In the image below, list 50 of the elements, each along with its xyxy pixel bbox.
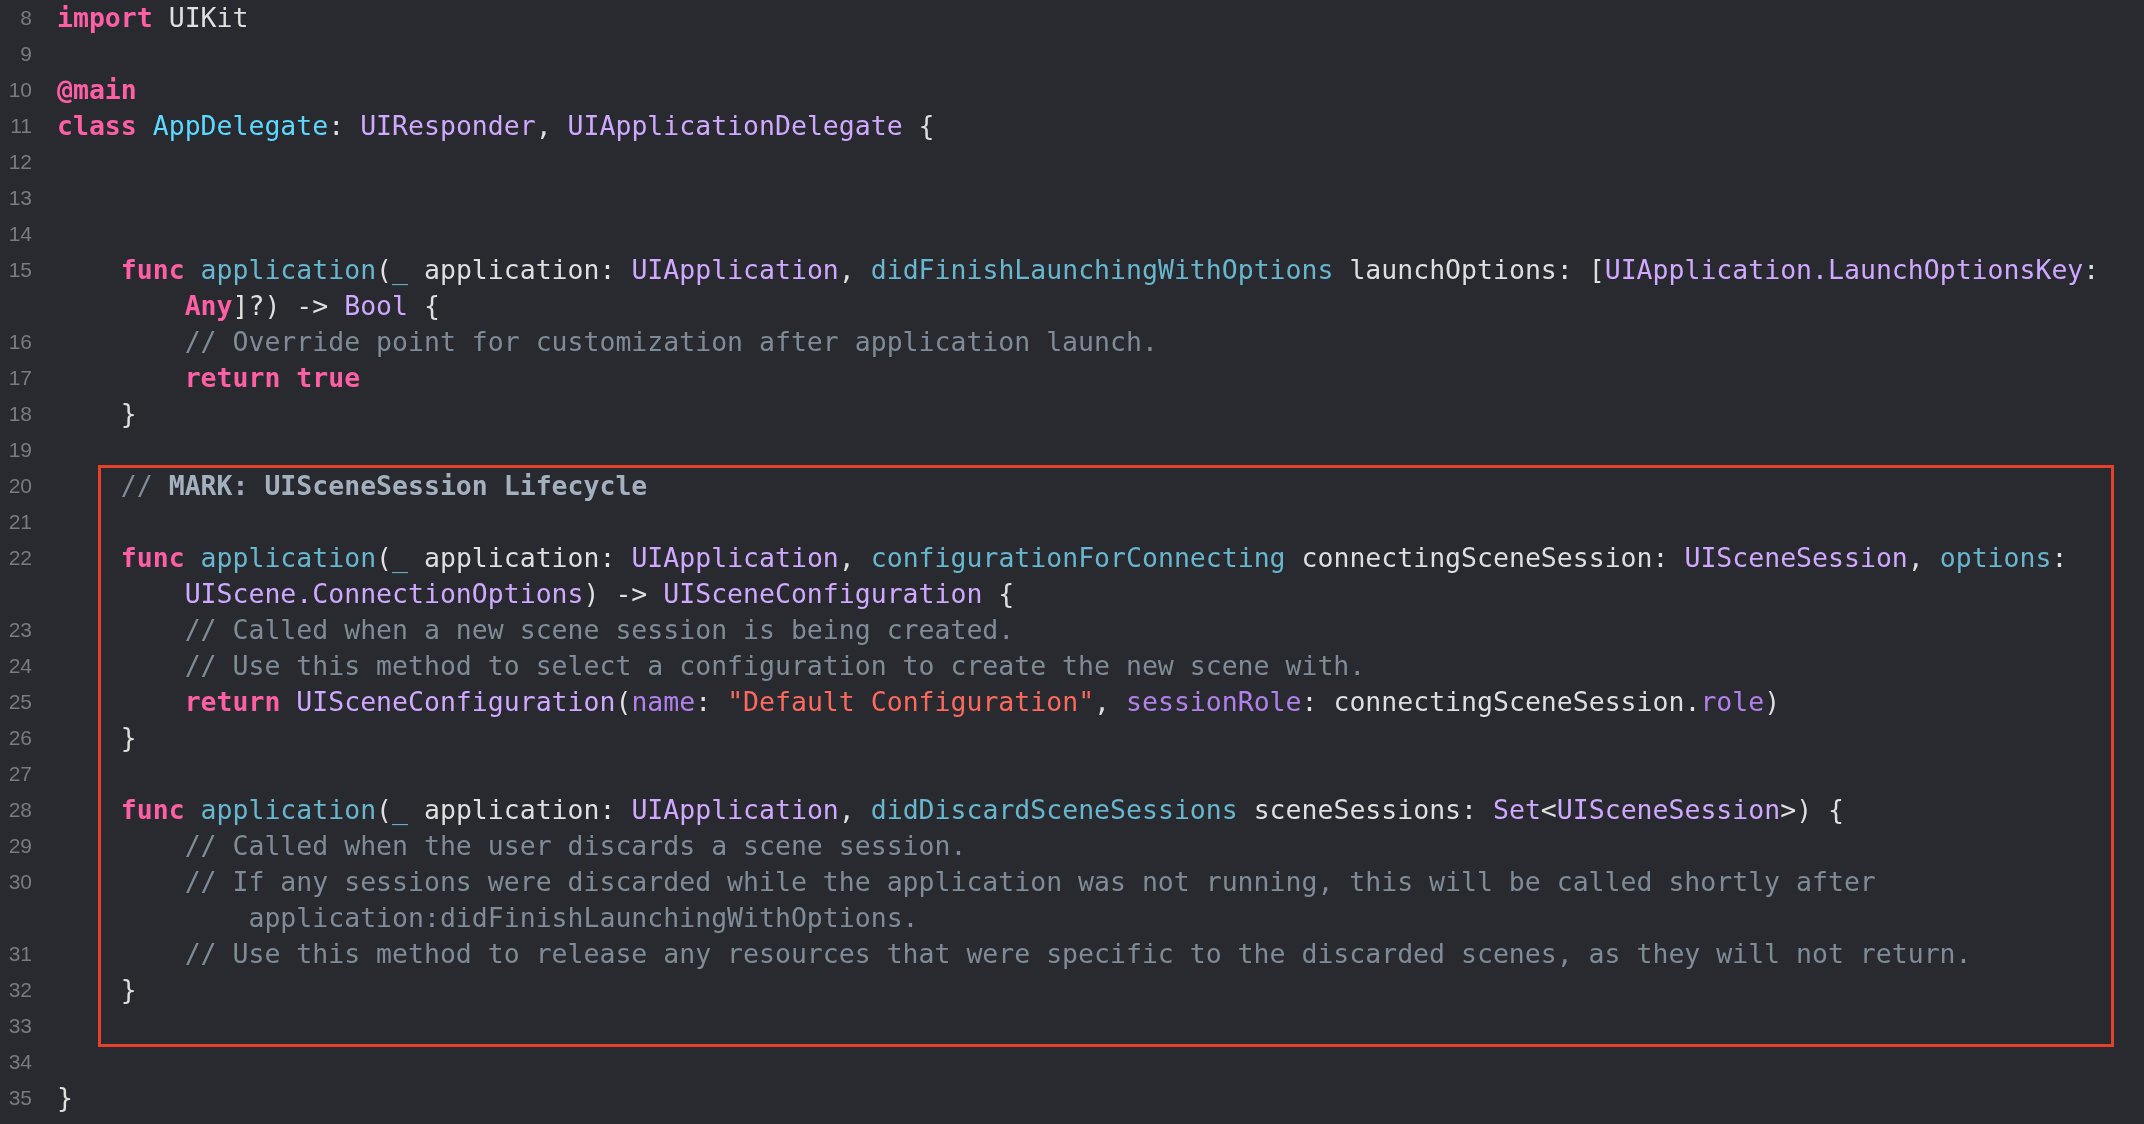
line-number: 16 [8, 329, 32, 355]
code-line: import UIKit [57, 1, 249, 35]
line-number: 32 [8, 977, 32, 1003]
line-number: 20 [8, 473, 32, 499]
code-line: return true [183, 361, 361, 395]
line-number: 30 [8, 869, 32, 895]
line-number: 31 [8, 941, 32, 967]
line-number: 13 [8, 185, 32, 211]
code-line: // Override point for customization after application launch. [183, 325, 1158, 359]
line-number: 33 [8, 1013, 32, 1039]
line-number: 22 [8, 545, 32, 571]
code-line: Any]?) -> Bool { [183, 289, 440, 323]
code-line: } [119, 973, 137, 1007]
code-line: func application(_ application: UIApplication, didDiscardSceneSessions sceneSessions: Set<UISceneSession>) { [119, 793, 1845, 827]
line-number: 21 [8, 509, 32, 535]
line-number: 17 [8, 365, 32, 391]
line-number: 10 [8, 77, 32, 103]
line-number: 11 [10, 113, 32, 139]
line-number: 25 [8, 689, 32, 715]
code-line: // Called when a new scene session is being created. [183, 613, 1015, 647]
line-number: 15 [8, 257, 32, 283]
code-line: } [57, 1081, 73, 1115]
line-number: 29 [8, 833, 32, 859]
code-line: // Use this method to select a configuration to create the new scene with. [183, 649, 1366, 683]
line-number: 8 [20, 5, 32, 31]
code-line: return UISceneConfiguration(name: "Default Configuration", sessionRole: connectingSceneSession.role) [183, 685, 1781, 719]
code-line: // MARK: UISceneSession Lifecycle [119, 469, 648, 503]
line-number: 26 [8, 725, 32, 751]
line-number: 27 [8, 761, 32, 787]
code-line: // If any sessions were discarded while the application was not running, this will be called shortly after [183, 865, 1876, 899]
code-line: UIScene.ConnectionOptions) -> UISceneConfiguration { [183, 577, 1015, 611]
code-line: // Use this method to release any resources that were specific to the discarded scenes, as they will not return. [183, 937, 1972, 971]
line-number: 23 [8, 617, 32, 643]
line-number: 19 [8, 437, 32, 463]
line-number: 18 [8, 401, 32, 427]
code-line: func application(_ application: UIApplication, didFinishLaunchingWithOptions launchOptions: [UIApplication.LaunchOptionsKey: [119, 253, 2100, 287]
code-line: // Called when the user discards a scene session. [183, 829, 967, 863]
line-number: 35 [8, 1085, 32, 1111]
code-line: class AppDelegate: UIResponder, UIApplicationDelegate { [57, 109, 935, 143]
code-line: application:didFinishLaunchingWithOptions. [247, 901, 919, 935]
line-number: 14 [8, 221, 32, 247]
line-number: 34 [8, 1049, 32, 1075]
code-line: func application(_ application: UIApplication, configurationForConnecting connectingSceneSession: UISceneSession, options: [119, 541, 2068, 575]
code-line: @main [57, 73, 137, 107]
line-number: 12 [8, 149, 32, 175]
line-number: 28 [8, 797, 32, 823]
line-number: 9 [20, 41, 32, 67]
line-number: 24 [8, 653, 32, 679]
code-line: } [119, 397, 137, 431]
code-line: } [119, 721, 137, 755]
